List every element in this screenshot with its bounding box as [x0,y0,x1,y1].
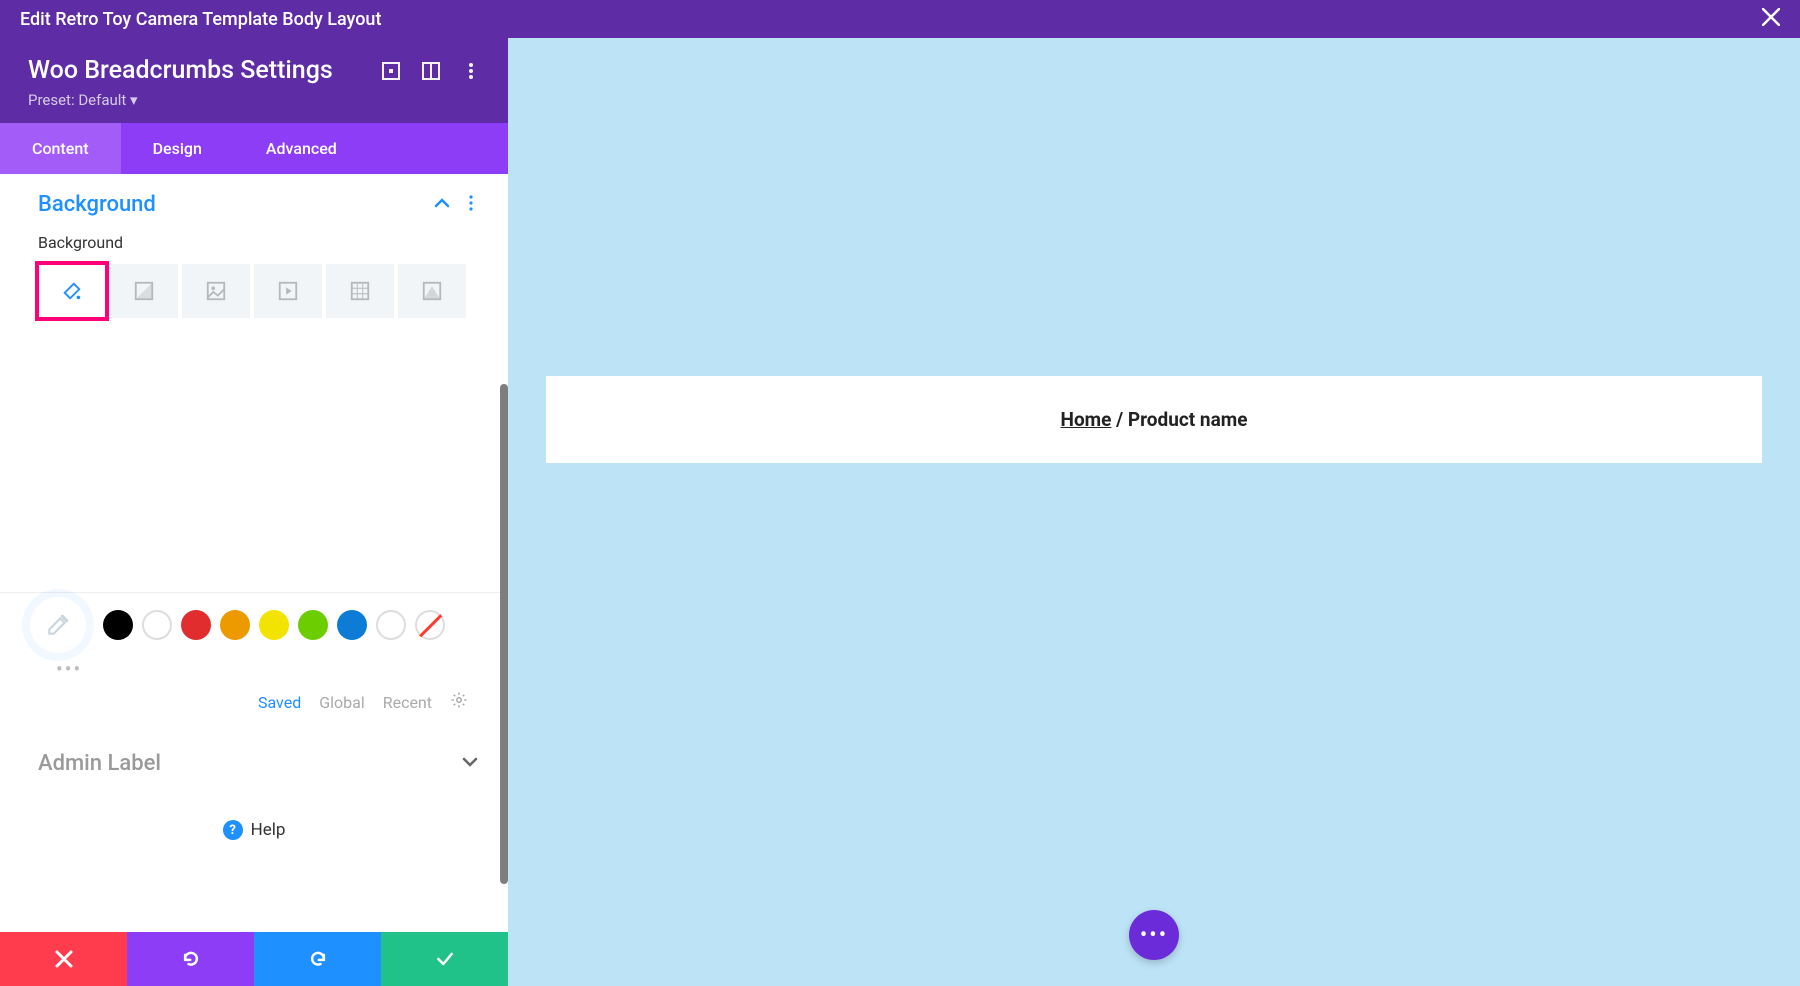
panel-header: Woo Breadcrumbs Settings Preset: Default… [0,38,508,123]
help-icon: ? [223,820,243,840]
bg-tab-video[interactable] [254,264,322,318]
color-picker-area[interactable] [38,318,478,578]
breadcrumb-home[interactable]: Home [1061,408,1112,431]
help-label: Help [251,820,286,840]
section-more-icon[interactable] [464,195,478,215]
help-link[interactable]: ? Help [0,790,508,870]
redo-button[interactable] [254,932,381,986]
palette-tabs: Saved Global Recent [0,681,508,733]
tab-design[interactable]: Design [121,123,234,174]
swatch-5[interactable] [298,610,328,640]
cancel-button[interactable] [0,932,127,986]
preset-selector[interactable]: Preset: Default ▾ [28,91,480,109]
window-title-bar: Edit Retro Toy Camera Template Body Layo… [0,0,1800,38]
panel-scrollbar[interactable] [500,384,508,884]
swatch-7[interactable] [376,610,406,640]
section-title-background[interactable]: Background [38,192,156,217]
swatch-0[interactable] [103,610,133,640]
breadcrumb-module[interactable]: Home / Product name [546,376,1762,463]
background-type-tabs [38,264,478,318]
chevron-down-icon[interactable] [462,754,478,774]
close-icon[interactable] [1762,7,1780,32]
section-background: Background Background [0,174,508,593]
section-title-admin-label[interactable]: Admin Label [38,751,161,776]
swatch-2[interactable] [181,610,211,640]
bg-tab-pattern[interactable] [326,264,394,318]
swatch-1[interactable] [142,610,172,640]
undo-button[interactable] [127,932,254,986]
swatch-none[interactable] [415,610,445,640]
panel-footer-buttons [0,932,508,986]
palette-tab-saved[interactable]: Saved [258,693,301,712]
page-settings-fab[interactable]: ••• [1129,910,1179,960]
layout-column-icon[interactable] [422,62,440,80]
swatch-6[interactable] [337,610,367,640]
bg-tab-image[interactable] [182,264,250,318]
preview-canvas[interactable]: Home / Product name ••• [508,38,1800,986]
more-swatches-icon[interactable]: ••• [56,657,508,681]
settings-panel: Woo Breadcrumbs Settings Preset: Default… [0,38,508,986]
breadcrumb-sep: / [1111,408,1128,431]
window-title: Edit Retro Toy Camera Template Body Layo… [20,9,381,30]
palette-tab-recent[interactable]: Recent [383,693,432,712]
bg-tab-mask[interactable] [398,264,466,318]
tab-content[interactable]: Content [0,123,121,174]
palette-tab-global[interactable]: Global [319,693,365,712]
breadcrumb-product: Product name [1128,408,1248,431]
section-admin-label: Admin Label [0,733,508,790]
module-title: Woo Breadcrumbs Settings [28,56,333,85]
color-swatch-row [0,593,508,659]
background-field-label: Background [38,233,478,252]
swatch-3[interactable] [220,610,250,640]
settings-tabs: Content Design Advanced [0,123,508,174]
bg-tab-color[interactable] [38,264,106,318]
expand-icon[interactable] [382,62,400,80]
chevron-up-icon[interactable] [434,195,450,215]
tab-advanced[interactable]: Advanced [234,123,369,174]
bg-tab-gradient[interactable] [110,264,178,318]
save-button[interactable] [381,932,508,986]
panel-body: Background Background [0,174,508,932]
eyedropper-button[interactable] [30,597,86,653]
swatch-4[interactable] [259,610,289,640]
palette-settings-icon[interactable] [450,691,468,713]
more-vertical-icon[interactable] [462,62,480,80]
